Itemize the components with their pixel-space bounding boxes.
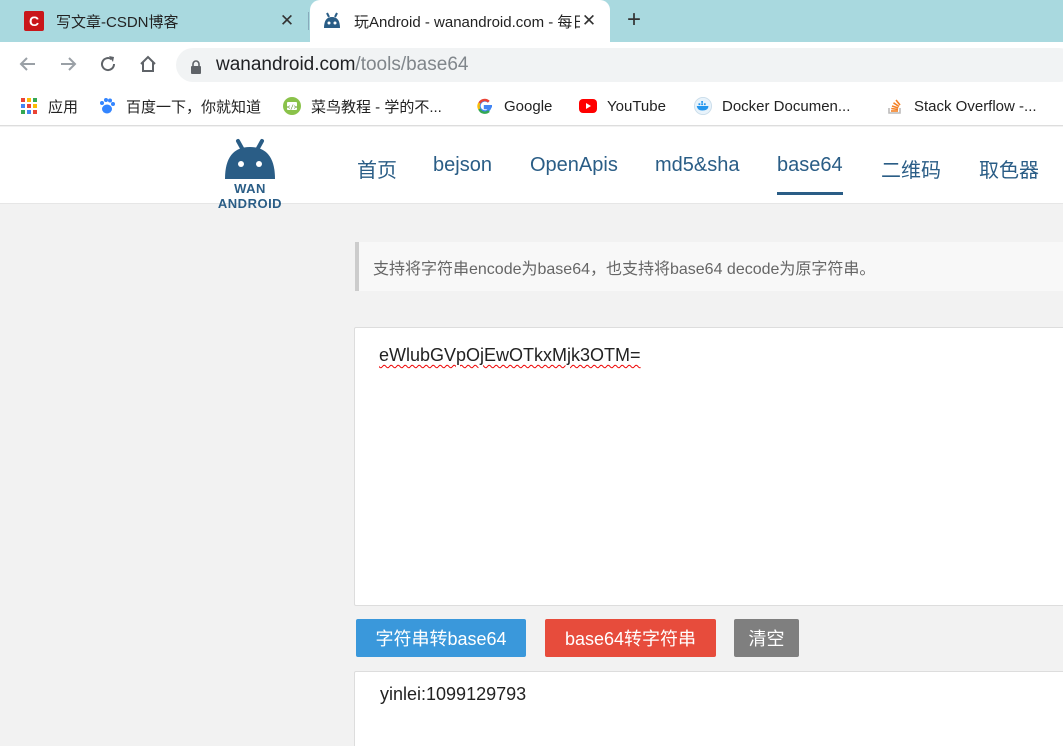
nav-home[interactable]: 首页 [357,154,397,183]
nav-md5-sha[interactable]: md5&sha [655,154,740,177]
bookmark-label: Google [504,97,553,115]
bookmark-apps[interactable]: 应用 [20,94,78,118]
tab-wanandroid[interactable]: 玩Android - wanandroid.com - 每日推荐优质文章 ✕ [310,0,610,42]
youtube-icon [579,97,597,115]
site-header: WAN ANDROID 首页 bejson OpenApis md5&sha b… [0,127,1063,211]
browser-toolbar: wanandroid.com/tools/base64 [0,42,1063,86]
tab-strip: C 写文章-CSDN博客 ✕ 玩Android - wanandroid.com… [0,0,1063,42]
bookmark-youtube[interactable]: YouTube [579,94,666,118]
clear-button[interactable]: 清空 [734,619,799,657]
wanandroid-logo[interactable]: WAN ANDROID [206,133,294,211]
tab-separator [308,12,309,30]
baidu-paw-icon [98,97,116,115]
bookmark-google[interactable]: Google [476,94,552,118]
android-icon [322,11,342,31]
back-arrow-icon[interactable] [16,52,40,76]
bookmark-docker[interactable]: Docker Documen... [694,94,850,118]
bookmark-baidu[interactable]: 百度一下，你就知道 [98,94,261,118]
apps-grid-icon [20,97,38,115]
svg-text:C: C [29,13,39,29]
description-text: 支持将字符串encode为base64，也支持将base64 decode为原字… [373,260,876,278]
address-path: /tools/base64 [355,54,469,75]
stackoverflow-icon [886,97,904,115]
tab-title: 写文章-CSDN博客 [56,13,179,31]
nav-base64[interactable]: base64 [777,154,843,177]
nav-color-picker[interactable]: 取色器 [979,154,1039,183]
nav-bejson[interactable]: bejson [433,154,492,177]
nav-qrcode[interactable]: 二维码 [881,154,941,183]
svg-text:</>: </> [287,104,298,111]
reload-icon[interactable] [96,52,120,76]
decode-button[interactable]: base64转字符串 [545,619,716,657]
forward-arrow-icon[interactable] [56,52,80,76]
bookmark-label: YouTube [607,97,666,115]
encode-button[interactable]: 字符串转base64 [356,619,526,657]
input-text: eWlubGVpOjEwOTkxMjk3OTM= [379,345,641,365]
logo-text: WAN ANDROID [217,181,283,211]
new-tab-button[interactable]: + [622,8,646,33]
bookmark-runoob[interactable]: </> 菜鸟教程 - 学的不... [283,94,442,118]
home-icon[interactable] [136,52,160,76]
csdn-icon: C [24,11,44,31]
tab-title: 玩Android - wanandroid.com - 每日推荐优质文章 [354,13,580,31]
lock-icon [190,58,202,74]
active-nav-indicator [777,192,843,195]
tool-description: 支持将字符串encode为base64，也支持将base64 decode为原字… [355,242,1063,291]
result-output-textarea[interactable]: yinlei:1099129793 [354,671,1063,746]
bookmarks-bar: 应用 百度一下，你就知道 </> 菜鸟教程 - 学的不... Google Yo… [0,86,1063,126]
bookmark-label: 百度一下，你就知道 [126,98,262,116]
output-text: yinlei:1099129793 [380,684,527,704]
docker-icon [694,97,712,115]
address-host: wanandroid.com [216,54,356,75]
runoob-icon: </> [283,97,301,115]
address-bar[interactable]: wanandroid.com/tools/base64 [176,48,1063,82]
tab-csdn[interactable]: C 写文章-CSDN博客 ✕ [12,0,308,42]
nav-openapis[interactable]: OpenApis [530,154,618,177]
bookmark-label: Stack Overflow -... [914,97,1037,115]
bookmark-label: 应用 [48,98,79,116]
android-head-icon [225,139,275,179]
close-tab-icon[interactable]: ✕ [278,11,296,31]
bookmark-label: Docker Documen... [722,97,851,115]
bookmark-stackoverflow[interactable]: Stack Overflow -... [886,94,1037,118]
close-tab-icon[interactable]: ✕ [580,11,598,31]
base64-input-textarea[interactable]: eWlubGVpOjEwOTkxMjk3OTM= [354,327,1063,606]
bookmark-label: 菜鸟教程 - 学的不... [311,98,442,116]
google-icon [476,97,494,115]
